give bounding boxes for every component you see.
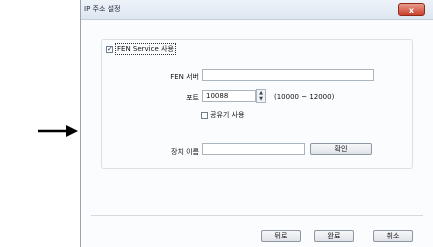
back-button[interactable]: 뒤로 [261,230,301,242]
ip-settings-dialog: IP 주소 설정 x ✓ FEN Service 사용 FEN 서버 포트 10… [80,0,433,247]
router-share-label: 공유기 사용 [210,111,245,119]
finish-button[interactable]: 완료 [314,230,354,242]
fen-service-checkbox-row[interactable]: ✓ FEN Service 사용 [106,43,176,55]
cancel-button[interactable]: 취소 [373,230,413,242]
title-bar: IP 주소 설정 x [81,0,433,20]
router-share-checkbox-row[interactable]: 공유기 사용 [201,110,244,120]
chevron-down-icon[interactable]: ▼ [257,96,265,102]
window-title: IP 주소 설정 [84,5,121,13]
fen-service-label: FEN Service 사용 [115,43,176,55]
port-spinner[interactable]: ▲ ▼ [256,89,266,103]
router-share-checkbox[interactable] [201,111,208,119]
arrow-right-icon [38,125,78,137]
fen-service-checkbox[interactable]: ✓ [106,45,113,53]
device-name-label: 장치 이름 [171,148,199,156]
footer-divider [91,215,423,216]
port-input[interactable]: 10088 [202,90,256,102]
device-name-input[interactable] [202,143,305,155]
fen-server-label: FEN 서버 [170,73,199,81]
fen-server-input[interactable] [202,69,374,81]
confirm-button[interactable]: 확인 [310,143,372,155]
port-label: 포트 [186,94,199,102]
close-button[interactable]: x [398,3,425,16]
port-range-hint: (10000 ~ 12000) [274,93,335,101]
